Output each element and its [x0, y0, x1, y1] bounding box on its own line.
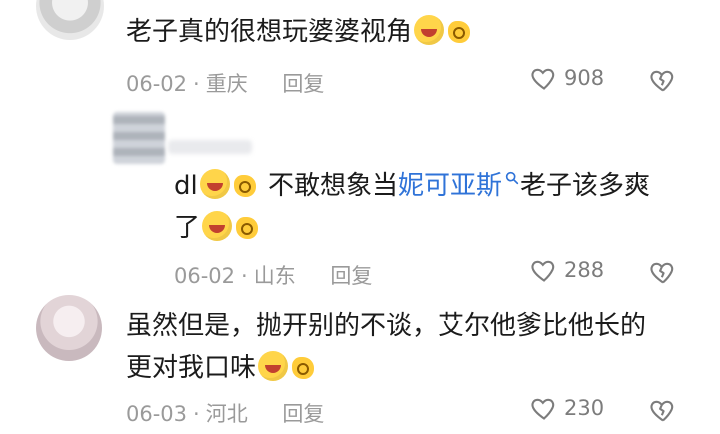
- like-button[interactable]: 288: [530, 256, 604, 284]
- comment-text-line2: 更对我口味: [126, 344, 318, 392]
- reply-text-line2: 了: [174, 204, 262, 252]
- broken-heart-icon[interactable]: [649, 396, 677, 424]
- comment-location: 重庆: [205, 72, 248, 96]
- avatar[interactable]: [36, 295, 102, 361]
- ok-hand-icon: [446, 15, 474, 45]
- ok-hand-icon: [290, 351, 318, 381]
- broken-heart-icon[interactable]: [649, 258, 677, 286]
- comment-text-line1: 虽然但是，抛开别的不谈，艾尔他爹比他长的: [126, 302, 646, 350]
- reply-text-after: 老子该多爽: [520, 171, 651, 201]
- reply-text-prefix: dl: [174, 171, 198, 201]
- username-blurred: [168, 140, 252, 154]
- laugh-cry-emoji-icon: [202, 211, 233, 241]
- reply-text-line2-content: 了: [174, 213, 201, 243]
- like-button[interactable]: 908: [530, 64, 604, 92]
- comment-date: 06-03: [126, 402, 188, 426]
- topic-link[interactable]: 妮可亚斯: [398, 171, 520, 201]
- reply-location: 山东: [253, 264, 296, 288]
- like-count: 908: [564, 66, 605, 90]
- reply-meta: 06-02 · 山东 回复: [174, 264, 373, 288]
- topic-link-label: 妮可亚斯: [398, 171, 503, 201]
- comment-text-content: 虽然但是，抛开别的不谈，艾尔他爹比他长的: [126, 311, 647, 341]
- comment-text-content: 更对我口味: [126, 353, 257, 383]
- comment-text: 老子真的很想玩婆婆视角: [126, 8, 474, 56]
- comment-date: 06-02: [126, 72, 188, 96]
- comment-meta: 06-03 · 河北 回复: [126, 402, 325, 426]
- laugh-cry-emoji-icon: [258, 351, 289, 381]
- like-count: 230: [564, 396, 605, 420]
- reply-button[interactable]: 回复: [330, 264, 372, 288]
- laugh-cry-emoji-icon: [414, 15, 445, 45]
- comment-text-content: 老子真的很想玩婆婆视角: [126, 17, 413, 47]
- heart-icon: [531, 398, 555, 420]
- avatar-blurred[interactable]: [113, 112, 165, 164]
- laugh-cry-emoji-icon: [199, 169, 230, 199]
- avatar[interactable]: [36, 0, 104, 40]
- reply-date: 06-02: [174, 264, 236, 288]
- reply-button[interactable]: 回复: [282, 402, 324, 426]
- broken-heart-icon[interactable]: [649, 66, 677, 94]
- ok-hand-icon: [234, 211, 262, 241]
- heart-icon: [531, 260, 555, 282]
- ok-hand-icon: [232, 169, 260, 199]
- search-icon: [505, 171, 519, 185]
- reply-text-mid: 不敢想象当: [268, 171, 399, 201]
- like-count: 288: [564, 258, 605, 282]
- like-button[interactable]: 230: [530, 394, 604, 422]
- comment-meta: 06-02 · 重庆 回复: [126, 72, 325, 96]
- reply-text-line1: dl 不敢想象当妮可亚斯 老子该多爽: [174, 162, 650, 210]
- comment-location: 河北: [205, 402, 248, 426]
- heart-icon: [531, 68, 555, 90]
- reply-button[interactable]: 回复: [282, 72, 324, 96]
